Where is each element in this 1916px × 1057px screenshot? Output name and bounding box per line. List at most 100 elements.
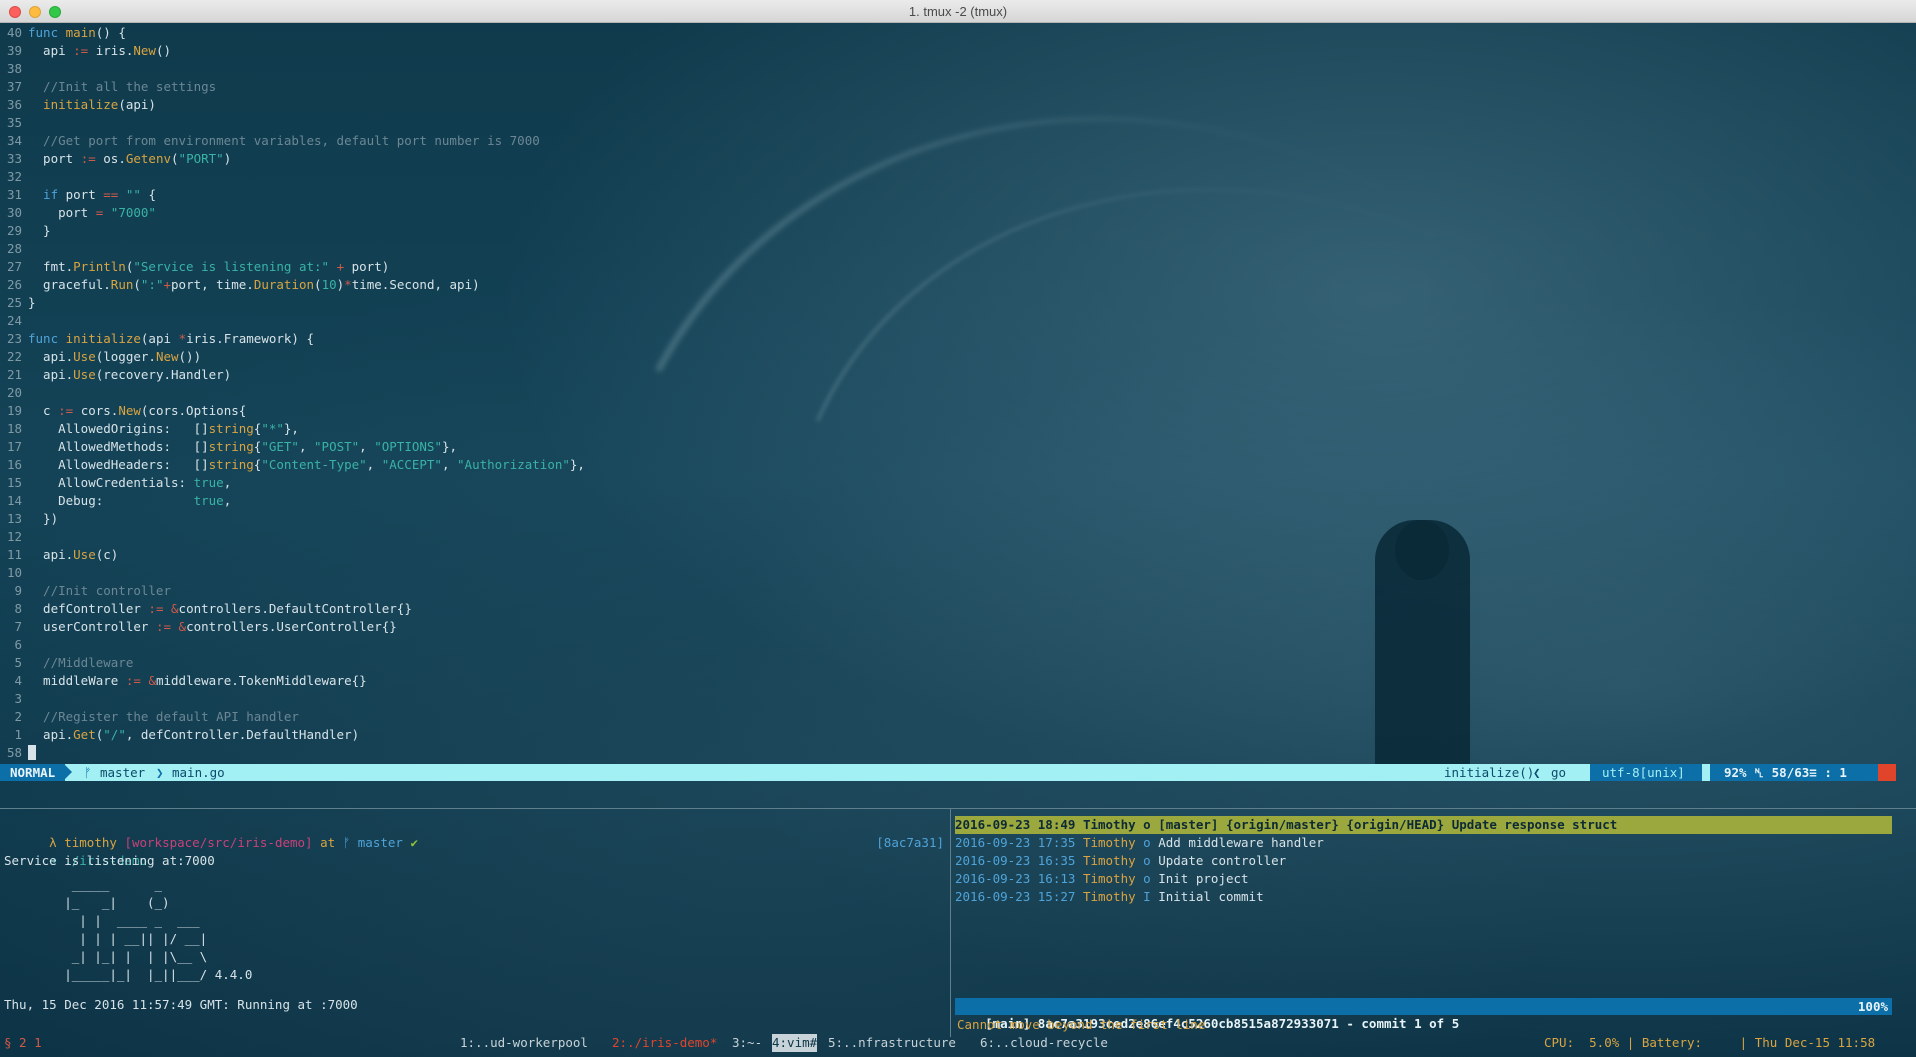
code-token: & — [178, 619, 187, 634]
code-line[interactable]: 23 func initialize(api *iris.Framework) { — [0, 330, 314, 348]
code-token: Use — [73, 349, 96, 364]
close-window-button[interactable] — [9, 6, 21, 18]
code-line[interactable]: 31 if port == "" { — [0, 186, 156, 204]
code-line[interactable]: 38 — [0, 60, 28, 78]
code-line[interactable]: 34 //Get port from environment variables… — [0, 132, 540, 150]
code-line[interactable]: 21 api.Use(recovery.Handler) — [0, 366, 231, 384]
code-token: "Authorization" — [457, 457, 570, 472]
code-line[interactable]: 39 api := iris.New() — [0, 42, 171, 60]
code-line[interactable]: 40 func main() { — [0, 24, 126, 42]
line-number: 4 — [14, 673, 22, 688]
shell-command-line: ➜ ./iris-demo [8ac7a31] — [4, 834, 944, 868]
code-line[interactable]: 4 middleWare := &middleware.TokenMiddlew… — [0, 672, 367, 690]
code-line[interactable]: 11 api.Use(c) — [0, 546, 118, 564]
code-line[interactable]: 26 graceful.Run(":"+port, time.Duration(… — [0, 276, 480, 294]
code-line[interactable]: 17 AllowedMethods: []string{"GET", "POST… — [0, 438, 457, 456]
code-line[interactable]: 35 — [0, 114, 28, 132]
tmux-window-tab[interactable]: 1:..ud-workerpool — [460, 1034, 588, 1052]
code-line[interactable]: 19 c := cors.New(cors.Options{ — [0, 402, 246, 420]
tmux-window-tab[interactable]: 5:..nfrastructure — [828, 1034, 956, 1052]
code-token: & — [171, 601, 179, 616]
code-token: "ACCEPT" — [381, 457, 442, 472]
tmux-session-index: § 2 1 — [4, 1035, 42, 1050]
code-line[interactable]: 1 api.Get("/", defController.DefaultHand… — [0, 726, 359, 744]
code-line[interactable]: 20 — [0, 384, 28, 402]
ascii-art-line: | | ____ _ ___ — [4, 913, 200, 928]
code-line[interactable]: 3 — [0, 690, 28, 708]
code-line[interactable]: 7 userController := &controllers.UserCon… — [0, 618, 396, 636]
code-token: := — [58, 403, 74, 418]
tmux-window-tab[interactable]: 4:vim# — [772, 1034, 818, 1052]
code-line[interactable]: 9 //Init controller — [0, 582, 171, 600]
shell-footer-output: Thu, 15 Dec 2016 11:57:49 GMT: Running a… — [4, 997, 358, 1012]
code-token: := — [73, 43, 89, 58]
line-number: 37 — [6, 79, 22, 94]
code-token: api. — [28, 727, 74, 742]
code-token: () — [155, 43, 172, 58]
code-line[interactable]: 58 — [0, 744, 36, 762]
tmux-window-tab[interactable]: 2:./iris-demo* — [612, 1034, 717, 1052]
code-token: ( — [314, 277, 322, 292]
code-line[interactable]: 24 — [0, 312, 28, 330]
commit-graph-mark: o — [1143, 835, 1151, 850]
line-number: 20 — [6, 385, 22, 400]
git-commit-row[interactable]: 2016-09-23 16:13 Timothy o Init project — [955, 870, 1892, 888]
code-line[interactable]: 33 port := os.Getenv("PORT") — [0, 150, 231, 168]
code-line[interactable]: 32 — [0, 168, 28, 186]
code-line[interactable]: 30 port = "7000" — [0, 204, 156, 222]
code-line[interactable]: 22 api.Use(logger.New()) — [0, 348, 201, 366]
code-line[interactable]: 28 — [0, 240, 28, 258]
git-commit-row-selected[interactable]: 2016-09-23 18:49 Timothy o [master] {ori… — [955, 816, 1892, 834]
code-line[interactable]: 14 Debug: true, — [0, 492, 231, 510]
code-token: middleware.TokenMiddleware{} — [155, 673, 367, 688]
code-token: "PORT" — [178, 151, 224, 166]
git-commit-row[interactable]: 2016-09-23 15:27 Timothy I Initial commi… — [955, 888, 1892, 906]
code-token: }, — [441, 439, 458, 454]
code-line[interactable]: 6 — [0, 636, 28, 654]
code-token: //Init all the settings — [28, 79, 217, 94]
code-token: port — [28, 205, 96, 220]
code-token: "Service is listening at:" — [133, 259, 330, 274]
git-commit-row[interactable]: 2016-09-23 16:35 Timothy o Update contro… — [955, 852, 1892, 870]
code-token: port — [58, 187, 104, 202]
shell-pane[interactable]: λ timothy [workspace/src/iris-demo] at ᚠ… — [4, 816, 944, 1036]
code-token: port, time. — [171, 277, 254, 292]
code-line[interactable]: 13 }) — [0, 510, 58, 528]
commit-date: 2016-09-23 18:49 — [955, 817, 1076, 832]
vim-editor-pane[interactable]: 40 func main() {39 api := iris.New() 38 37 … — [0, 24, 1916, 764]
code-line[interactable]: 5 //Middleware — [0, 654, 133, 672]
code-token: Getenv — [125, 151, 172, 166]
code-token: (logger. — [95, 349, 156, 364]
line-number: 1 — [14, 727, 22, 742]
pane-divider-horizontal[interactable] — [0, 808, 1916, 809]
code-line[interactable]: 12 — [0, 528, 28, 546]
line-number: 10 — [6, 565, 22, 580]
code-token: == — [103, 187, 119, 202]
code-line[interactable]: 16 AllowedHeaders: []string{"Content-Typ… — [0, 456, 585, 474]
minimize-window-button[interactable] — [29, 6, 41, 18]
pane-divider-vertical[interactable] — [950, 809, 951, 1037]
code-line[interactable]: 27 fmt.Println("Service is listening at:… — [0, 258, 389, 276]
code-line[interactable]: 8 defController := &controllers.DefaultC… — [0, 600, 411, 618]
ascii-art-line: | | | __|| |/ __| — [4, 931, 208, 946]
commit-message: Add middleware handler — [1158, 835, 1324, 850]
code-token: c — [28, 403, 59, 418]
tmux-window-tab[interactable]: 6:..cloud-recycle — [980, 1034, 1108, 1052]
git-commit-row[interactable]: 2016-09-23 17:35 Timothy o Add middlewar… — [955, 834, 1892, 852]
code-line[interactable]: 37 //Init all the settings — [0, 78, 216, 96]
tmux-window-tab[interactable]: 3:~- — [732, 1034, 762, 1052]
code-line[interactable]: 18 AllowedOrigins: []string{"*"}, — [0, 420, 299, 438]
code-token: * — [178, 331, 187, 346]
line-number: 15 — [6, 475, 22, 490]
code-line[interactable]: 25} — [0, 294, 36, 312]
zoom-window-button[interactable] — [49, 6, 61, 18]
code-line[interactable]: 36 initialize(api) — [0, 96, 156, 114]
code-line[interactable]: 15 AllowCredentials: true, — [0, 474, 231, 492]
code-line[interactable]: 10 — [0, 564, 28, 582]
line-number: 14 — [6, 493, 22, 508]
code-token: (api — [140, 331, 179, 346]
code-line[interactable]: 29 } — [0, 222, 51, 240]
statusline-separator: ❯ — [156, 765, 164, 780]
code-line[interactable]: 2 //Register the default API handler — [0, 708, 298, 726]
